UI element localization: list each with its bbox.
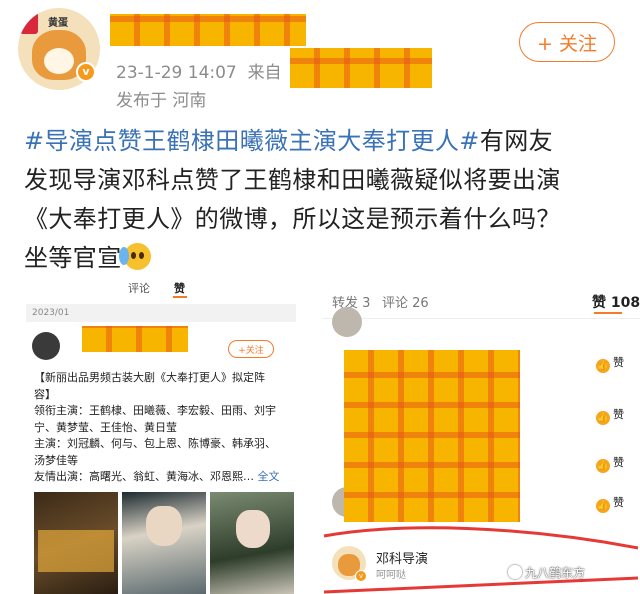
left-shot-photo[interactable] (34, 492, 118, 594)
like-label: 赞 (613, 356, 624, 369)
highlighted-liker-name[interactable]: 邓科导演 (376, 548, 428, 567)
watermark-logo-icon (508, 565, 522, 579)
like-indicator: 👍 赞 (596, 454, 624, 473)
post-timestamp: 23-1-29 14:07 (116, 63, 237, 83)
left-shot-tab-likes[interactable]: 赞 (174, 280, 185, 296)
post-source-mosaic (290, 48, 432, 88)
left-shot-tabs: 评论 赞 (26, 270, 296, 300)
post-line-4-text: 坐等官宣 (24, 244, 122, 272)
highlighted-liker-bio: 呵呵哒 (376, 570, 406, 581)
liker-row[interactable] (322, 302, 640, 344)
left-shot-line: 容】 (34, 387, 56, 401)
thumbs-up-icon: 👍 (596, 411, 610, 425)
left-shot-line-text: 友情出演：高曙光、翁虹、黄海冰、邓恩熙… (34, 470, 254, 483)
post-source-label: 来自 (247, 63, 282, 83)
left-shot-date-bar: 2023/01 (26, 304, 296, 322)
post-line-1-text: 有网友 (479, 127, 554, 155)
like-indicator: 👍 赞 (596, 406, 624, 425)
post-line-3: 《大奉打更人》的微博，所以这是预示着什么吗？ (24, 205, 561, 233)
left-shot-body: 【新丽出品男频古装大剧《大奉打更人》拟定阵 容】 领衔主演：王鹤棣、田曦薇、李宏… (34, 370, 294, 486)
likers-mosaic (344, 350, 520, 522)
left-shot-line: 宁、黄梦莹、王佳怡、黄日莹 (34, 420, 177, 434)
thumbs-up-icon: 👍 (596, 459, 610, 473)
like-label: 赞 (613, 496, 624, 509)
left-shot-line: 汤梦佳等 (34, 453, 78, 467)
left-shot-photo[interactable] (210, 492, 294, 594)
drink-cup-icon (20, 12, 38, 34)
left-shot-tab-underline (173, 296, 187, 298)
like-indicator: 👍 赞 (596, 354, 624, 373)
like-label: 赞 (613, 456, 624, 469)
verified-badge-icon: v (355, 570, 367, 582)
thumbs-up-icon: 👍 (596, 499, 610, 513)
like-label: 赞 (613, 408, 624, 421)
left-shot-line: 【新丽出品男频古装大剧《大奉打更人》拟定阵 (34, 371, 265, 384)
author-name-mosaic[interactable] (110, 14, 306, 46)
left-shot-tab-comments[interactable]: 评论 (128, 280, 150, 296)
watermark-text: 九八鹤东方 (525, 566, 586, 580)
right-embedded-screenshot: 转发 3 评论 26 赞 108 👍 赞 👍 赞 👍 赞 👍 赞 v 邓科导演 呵呵哒 (322, 282, 640, 594)
crying-face-emoji-icon (118, 243, 151, 270)
post-line-2: 发现导演邓科点赞了王鹤棣和田曦薇疑似将要出演 (24, 166, 561, 194)
verified-badge-icon: v (76, 62, 96, 82)
watermark: 九八鹤东方 (508, 564, 585, 581)
highlighted-liker-row[interactable]: v 邓科导演 呵呵哒 (322, 534, 640, 594)
left-shot-photo[interactable] (122, 492, 206, 594)
post-line-1: #导演点赞王鹤棣田曦薇主演大奉打更人#有网友 (24, 122, 624, 161)
liker-avatar[interactable] (332, 307, 362, 337)
left-shot-avatar[interactable] (32, 332, 60, 360)
post-hashtag[interactable]: #导演点赞王鹤棣田曦薇主演大奉打更人# (24, 127, 480, 155)
follow-button[interactable]: + 关注 (519, 22, 615, 62)
left-shot-line: 主演：刘冠麟、何与、包上恩、陈博豪、韩承羽、 (34, 437, 276, 450)
post-location: 发布于 河南 (116, 91, 207, 111)
left-shot-follow-button[interactable]: +关注 (228, 340, 274, 358)
thumbs-up-icon: 👍 (596, 359, 610, 373)
left-shot-line: 友情出演：高曙光、翁虹、黄海冰、邓恩熙… 全文 (34, 469, 294, 486)
left-embedded-screenshot: 评论 赞 2023/01 +关注 【新丽出品男频古装大剧《大奉打更人》拟定阵 容… (26, 270, 296, 594)
left-shot-line: 领衔主演：王鹤棣、田曦薇、李宏毅、田雨、刘宇 (34, 404, 276, 417)
avatar-brand-text: 黄蛋 (48, 18, 68, 29)
full-text-link[interactable]: 全文 (258, 470, 280, 483)
like-indicator: 👍 赞 (596, 494, 624, 513)
post-meta: 23-1-29 14:07 来自 (116, 58, 282, 83)
left-shot-photo-grid (34, 492, 294, 594)
left-shot-name-mosaic (82, 326, 188, 352)
post-body: #导演点赞王鹤棣田曦薇主演大奉打更人#有网友 发现导演邓科点赞了王鹤棣和田曦薇疑… (24, 122, 624, 278)
